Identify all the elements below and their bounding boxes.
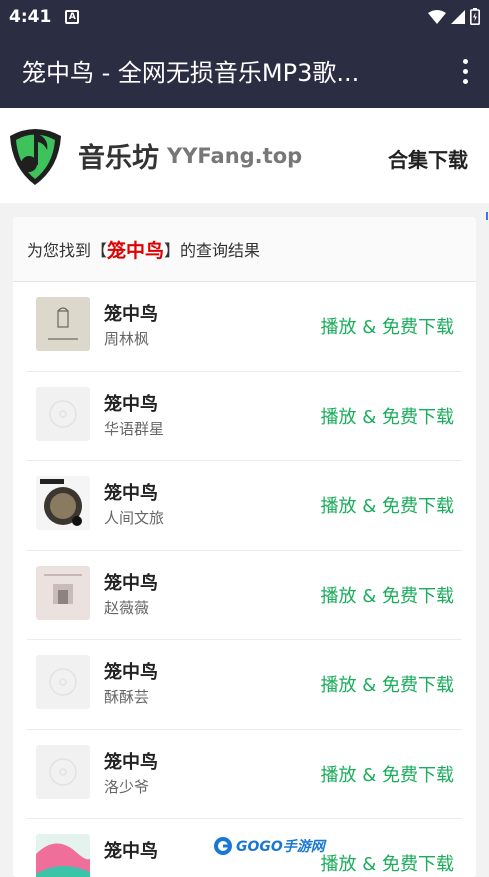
album-cover (36, 476, 90, 530)
disc-icon (36, 655, 90, 709)
disc-icon (36, 386, 90, 441)
album-cover-placeholder (36, 655, 90, 709)
album-cover (36, 834, 90, 877)
play-download-button[interactable]: 播放 & 免费下载 (321, 761, 454, 787)
play-download-button[interactable]: 播放 & 免费下载 (321, 492, 454, 518)
site-name: 音乐坊 (78, 143, 159, 174)
song-item[interactable]: 笼中鸟 洛少爷 播放 & 免费下载 (27, 730, 462, 819)
collection-download-link[interactable]: 合集下载 (388, 144, 468, 173)
album-cover-placeholder (36, 386, 90, 441)
song-title: 笼中鸟 (104, 662, 158, 683)
song-artist: 周林枫 (104, 330, 150, 348)
status-time: 4:41 (9, 6, 52, 27)
gogo-logo-icon (214, 837, 232, 855)
album-cover (36, 297, 90, 351)
song-title: 笼中鸟 (104, 393, 158, 415)
song-artist: 洛少爷 (104, 777, 150, 796)
site-header: 音乐坊 YYFang.top 合集下载 (0, 108, 489, 203)
play-download-button[interactable]: 播放 & 免费下载 (321, 313, 454, 339)
more-options-icon[interactable] (461, 59, 469, 84)
wifi-icon (428, 9, 446, 24)
song-artist: 华语群星 (104, 419, 165, 438)
disc-icon (36, 744, 90, 799)
site-domain: YYFang.top (167, 143, 303, 168)
song-item[interactable]: 笼中鸟 周林枫 播放 & 免费下载 (27, 282, 462, 372)
song-item[interactable]: 笼中鸟 人间文旅 播放 & 免费下载 (27, 461, 462, 551)
song-title: 笼中鸟 (104, 572, 158, 594)
notification-icon: A (65, 9, 80, 24)
results-panel: 为您找到【 笼中鸟 】的查询结果 笼中鸟 周林枫 播放 & 免费下载 笼中鸟 华… (13, 217, 476, 877)
results-heading: 为您找到【 笼中鸟 】的查询结果 (13, 217, 476, 282)
music-note-logo-icon (10, 129, 61, 185)
song-item[interactable]: 笼中鸟 华语群星 播放 & 免费下载 (27, 372, 462, 461)
scroll-indicator (486, 212, 488, 220)
watermark: GOGO手游网 (213, 836, 325, 856)
play-download-button[interactable]: 播放 & 免费下载 (321, 671, 454, 697)
song-item[interactable]: 笼中鸟 赵薇薇 播放 & 免费下载 (27, 551, 462, 640)
song-artist: 酥酥芸 (104, 688, 150, 706)
song-artist: 赵薇薇 (104, 598, 150, 617)
play-download-button[interactable]: 播放 & 免费下载 (321, 403, 454, 429)
song-title: 笼中鸟 (104, 841, 158, 862)
album-cover (36, 565, 90, 620)
play-download-button[interactable]: 播放 & 免费下载 (321, 850, 454, 876)
watermark-text: GOGO手游网 (236, 839, 325, 855)
battery-icon (470, 8, 480, 25)
album-cover-placeholder (36, 744, 90, 799)
song-title: 笼中鸟 (104, 304, 158, 325)
song-title: 笼中鸟 (104, 751, 158, 773)
song-title: 笼中鸟 (104, 483, 158, 504)
status-bar: 4:41 A (0, 0, 489, 33)
search-keyword: 笼中鸟 (107, 239, 165, 262)
results-prefix: 为您找到【 (27, 241, 108, 260)
play-download-button[interactable]: 播放 & 免费下载 (321, 582, 454, 608)
song-artist: 人间文旅 (104, 509, 165, 527)
signal-icon (451, 9, 465, 24)
results-suffix: 】的查询结果 (164, 241, 261, 260)
song-item[interactable]: 笼中鸟 酥酥芸 播放 & 免费下载 (27, 640, 462, 730)
app-bar: 笼中鸟 - 全网无损音乐MP3歌... (0, 33, 489, 108)
status-icons (428, 8, 480, 25)
page-title: 笼中鸟 - 全网无损音乐MP3歌... (22, 59, 360, 87)
